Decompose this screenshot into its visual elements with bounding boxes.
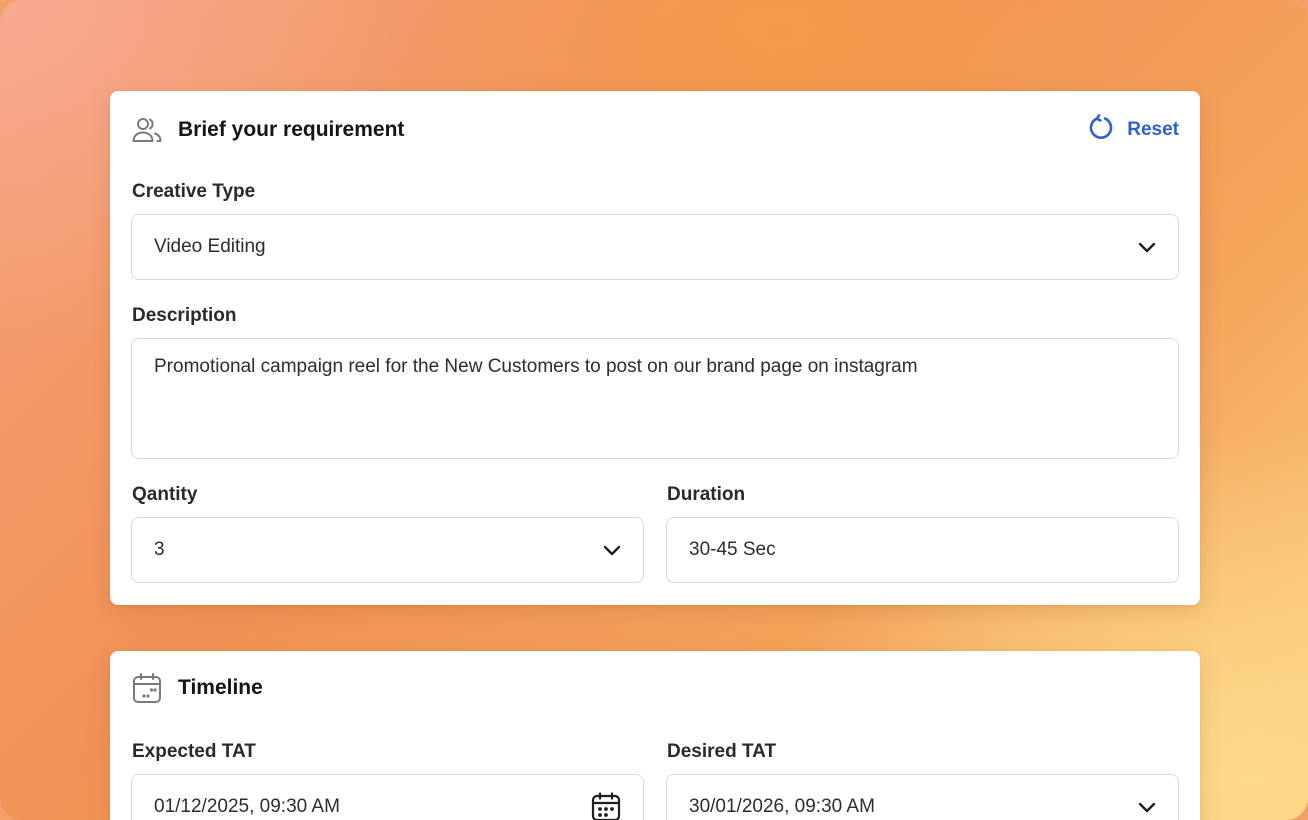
calendar-icon [132,673,164,703]
refresh-icon [1089,114,1113,146]
duration-value: 30-45 Sec [689,539,776,560]
creative-type-value: Video Editing [154,236,266,257]
calendar-icon[interactable] [591,792,621,820]
quantity-select[interactable]: 3 [131,517,644,583]
description-textarea[interactable]: Promotional campaign reel for the New Cu… [131,338,1179,459]
expected-tat-value: 01/12/2025, 09:30 AM [154,796,340,817]
desired-tat-label: Desired TAT [667,741,777,762]
brief-title: Brief your requirement [178,118,405,141]
description-label: Description [132,305,237,326]
quantity-value: 3 [154,539,165,560]
chevron-down-icon [1138,241,1156,253]
duration-input[interactable]: 30-45 Sec [666,517,1179,583]
description-value: Promotional campaign reel for the New Cu… [154,356,918,377]
timeline-title: Timeline [178,676,263,699]
expected-tat-label: Expected TAT [132,741,256,762]
creative-type-label: Creative Type [132,181,256,202]
desired-tat-value: 30/01/2026, 09:30 AM [689,796,875,817]
brief-header: Brief your requirement Reset [132,114,1179,146]
reset-button[interactable]: Reset [1089,114,1179,146]
reset-label: Reset [1127,119,1179,140]
creative-type-select[interactable]: Video Editing [131,214,1179,280]
chevron-down-icon [603,544,621,556]
chevron-down-icon [1138,801,1156,813]
timeline-card: Timeline Expected TAT 01/12/2025, 09:30 … [110,651,1200,820]
desired-tat-select[interactable]: 30/01/2026, 09:30 AM [666,774,1179,820]
expected-tat-input[interactable]: 01/12/2025, 09:30 AM [131,774,644,820]
brief-card: Brief your requirement Reset Creative Ty… [110,91,1200,605]
duration-label: Duration [667,484,746,505]
timeline-header: Timeline [132,673,1179,703]
users-icon [132,115,164,145]
quantity-label: Qantity [132,484,198,505]
